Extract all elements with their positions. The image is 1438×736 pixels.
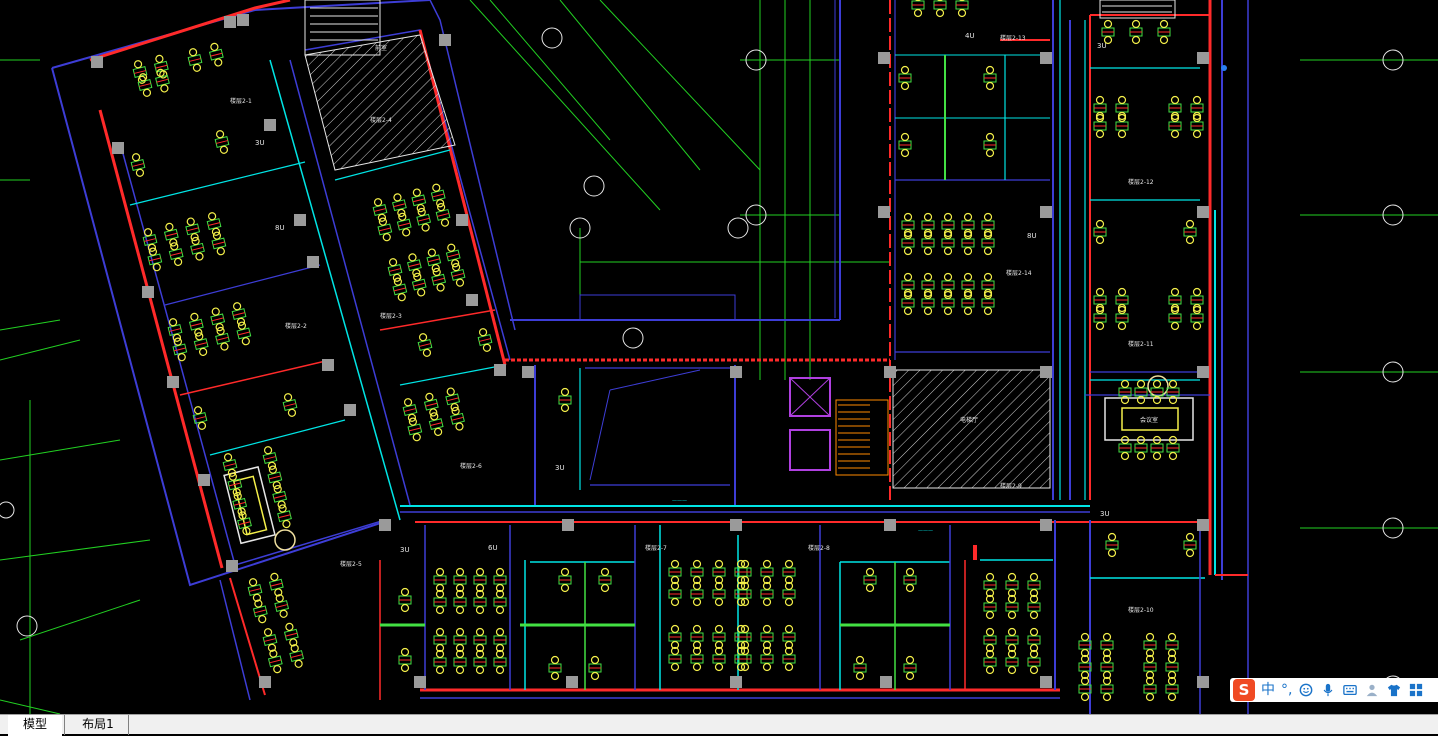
structural-column xyxy=(730,366,742,378)
svg-text:3U: 3U xyxy=(1100,510,1110,518)
structural-column xyxy=(91,56,103,68)
ime-toolbar[interactable]: S 中 °, xyxy=(1230,678,1438,702)
svg-text:3U: 3U xyxy=(400,546,410,554)
structural-column xyxy=(322,359,334,371)
structural-column xyxy=(294,214,306,226)
layout-tab-bar: 模型 布局1 xyxy=(0,714,1438,736)
structural-column xyxy=(562,519,574,531)
microphone-icon[interactable] xyxy=(1320,683,1336,697)
structural-column xyxy=(730,519,742,531)
structural-column xyxy=(1040,676,1052,688)
svg-text:3U: 3U xyxy=(555,464,565,472)
room-tag-2-11: 楼层2-11 xyxy=(1128,340,1154,348)
input-mode-toggle[interactable]: 中 xyxy=(1261,679,1275,701)
structural-column xyxy=(880,676,892,688)
room-tag-2-5: 楼层2-5 xyxy=(340,560,362,568)
room-tag-2-13: 楼层2-13 xyxy=(1000,34,1026,42)
structural-column xyxy=(1040,366,1052,378)
tab-divider xyxy=(128,715,129,735)
room-tag-2-7: 楼层2-7 xyxy=(645,544,667,552)
structural-column xyxy=(522,366,534,378)
structural-column xyxy=(1197,676,1209,688)
structural-column xyxy=(1040,519,1052,531)
shirt-icon[interactable] xyxy=(1386,683,1402,697)
structural-column xyxy=(566,676,578,688)
room-tag-2-9: 楼层2-9 xyxy=(1000,482,1022,490)
structural-column xyxy=(224,16,236,28)
structural-column xyxy=(237,14,249,26)
grid-icon[interactable] xyxy=(1408,683,1424,697)
svg-text:———: ——— xyxy=(672,498,687,504)
svg-text:8U: 8U xyxy=(275,224,285,232)
structural-column xyxy=(884,366,896,378)
structural-column xyxy=(259,676,271,688)
room-tag-2-4: 楼层2-4 xyxy=(370,116,392,124)
structural-column xyxy=(439,34,451,46)
tab-layout-1[interactable]: 布局1 xyxy=(70,715,126,734)
room-tag-2-14: 楼层2-14 xyxy=(1006,269,1032,277)
svg-text:3U: 3U xyxy=(255,139,265,147)
svg-text:3U: 3U xyxy=(1097,42,1107,50)
structural-column xyxy=(167,376,179,388)
room-tag-2-2: 楼层2-2 xyxy=(285,322,307,330)
room-tag-2-8: 楼层2-8 xyxy=(808,544,830,552)
tab-divider xyxy=(64,715,65,735)
structural-column xyxy=(344,404,356,416)
structural-column xyxy=(112,142,124,154)
room-label-anteroom: 前室 xyxy=(375,44,387,52)
room-tag-2-6: 楼层2-6 xyxy=(460,462,482,470)
structural-column xyxy=(198,474,210,486)
structural-column xyxy=(1197,366,1209,378)
structural-column xyxy=(466,294,478,306)
smile-icon[interactable] xyxy=(1298,683,1314,697)
structural-column xyxy=(1040,52,1052,64)
structural-column xyxy=(1040,206,1052,218)
structural-column xyxy=(884,519,896,531)
structural-column xyxy=(730,676,742,688)
tab-model[interactable]: 模型 xyxy=(8,715,62,736)
structural-column xyxy=(226,560,238,572)
structural-column xyxy=(878,206,890,218)
svg-text:4U: 4U xyxy=(965,32,975,40)
sogou-logo-icon[interactable]: S xyxy=(1233,679,1255,701)
cad-drawing-canvas[interactable]: 楼层2-1 楼层2-2 楼层2-3 楼层2-4 楼层2-5 楼层2-6 楼层2-… xyxy=(0,0,1438,714)
svg-text:8U: 8U xyxy=(1027,232,1037,240)
punctuation-toggle[interactable]: °, xyxy=(1281,679,1292,701)
room-label-elevator-hall: 电梯厅 xyxy=(960,416,978,424)
svg-text:6U: 6U xyxy=(488,544,498,552)
snap-marker xyxy=(1221,65,1227,71)
room-tag-2-3: 楼层2-3 xyxy=(380,312,402,320)
svg-text:———: ——— xyxy=(918,528,933,534)
structural-column xyxy=(307,256,319,268)
keyboard-icon[interactable] xyxy=(1342,683,1358,697)
structural-column xyxy=(456,214,468,226)
room-tag-2-1: 楼层2-1 xyxy=(230,97,252,105)
structural-column xyxy=(494,364,506,376)
structural-column xyxy=(1197,206,1209,218)
structural-column xyxy=(142,286,154,298)
structural-column xyxy=(379,519,391,531)
structural-column xyxy=(264,119,276,131)
room-label-meeting: 会议室 xyxy=(1140,416,1158,424)
room-tag-2-10: 楼层2-10 xyxy=(1128,606,1154,614)
structural-column xyxy=(878,52,890,64)
structural-column xyxy=(1197,519,1209,531)
user-icon[interactable] xyxy=(1364,683,1380,697)
structural-column xyxy=(414,676,426,688)
structural-column xyxy=(1197,52,1209,64)
room-tag-2-12: 楼层2-12 xyxy=(1128,178,1154,186)
